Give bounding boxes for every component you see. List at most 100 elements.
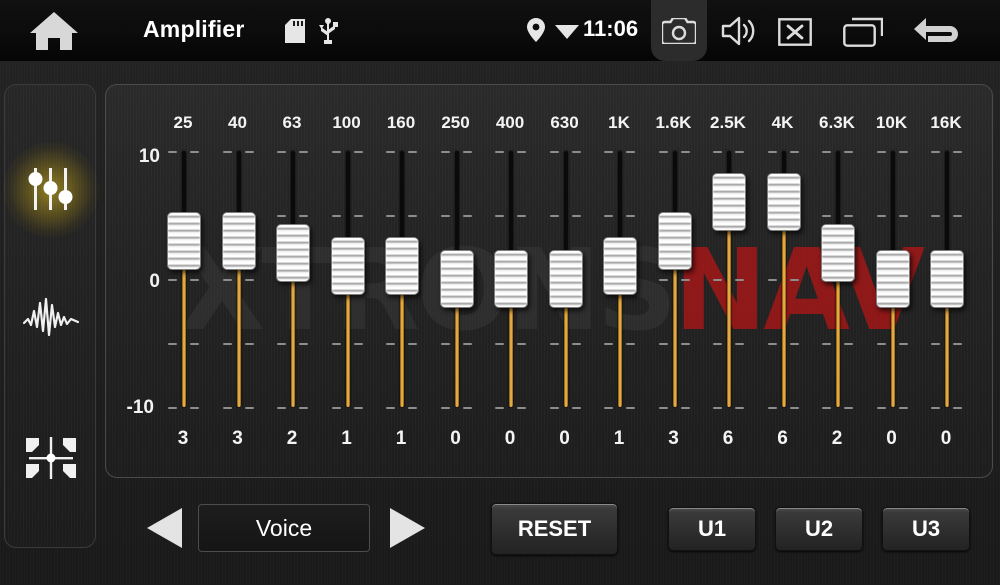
eq-scale-tick bbox=[876, 343, 886, 345]
eq-scale-tick bbox=[495, 151, 504, 153]
eq-slider-thumb[interactable] bbox=[548, 250, 583, 308]
speaker-volume-icon[interactable] bbox=[717, 13, 763, 49]
eq-band-value-label: 1 bbox=[341, 428, 352, 449]
eq-scale-tick bbox=[898, 151, 908, 153]
user-preset-u1-label: U1 bbox=[697, 516, 727, 541]
eq-scale-tick bbox=[713, 343, 722, 345]
eq-band: 25 3 bbox=[156, 85, 210, 477]
eq-slider-track[interactable] bbox=[182, 151, 186, 407]
eq-slider-track[interactable] bbox=[672, 151, 677, 407]
eq-slider-thumb[interactable] bbox=[385, 237, 419, 296]
eq-slider-thumb[interactable] bbox=[712, 173, 746, 232]
eq-scale-tick bbox=[386, 343, 395, 345]
eq-scale-tick bbox=[898, 407, 908, 409]
eq-scale-tick bbox=[168, 343, 177, 345]
eq-scale-tick bbox=[222, 343, 232, 345]
eq-band-value-label: 1 bbox=[395, 428, 407, 449]
eq-band-value-label: 2 bbox=[831, 428, 843, 449]
clock: 11:06 bbox=[583, 16, 639, 41]
eq-scale-tick bbox=[495, 215, 504, 217]
eq-scale-tick bbox=[353, 215, 363, 217]
eq-band: 250 0 bbox=[429, 85, 483, 477]
usb-icon bbox=[318, 18, 338, 44]
camera-icon[interactable] bbox=[651, 0, 707, 61]
eq-scale-tick bbox=[386, 407, 395, 409]
eq-scale-tick bbox=[462, 151, 472, 153]
sidebar-item-equalizer[interactable] bbox=[3, 142, 99, 238]
eq-scale-tick bbox=[222, 407, 232, 409]
eq-scale-tick bbox=[549, 151, 559, 153]
mute-x-icon[interactable] bbox=[775, 17, 815, 47]
sidebar bbox=[3, 84, 99, 548]
eq-scale-tick bbox=[713, 407, 722, 409]
eq-slider-thumb[interactable] bbox=[875, 250, 910, 308]
arrow-right-icon[interactable] bbox=[385, 506, 429, 550]
eq-slider-thumb[interactable] bbox=[439, 250, 474, 308]
eq-band: 6.3K 2 bbox=[810, 85, 864, 477]
eq-slider-thumb[interactable] bbox=[494, 250, 528, 308]
eq-scale-tick bbox=[844, 215, 853, 217]
eq-scale-tick bbox=[549, 407, 559, 409]
eq-scale-tick bbox=[353, 407, 363, 409]
eq-scale-tick bbox=[931, 151, 940, 153]
eq-scale-tick bbox=[658, 407, 668, 409]
eq-scale-tick bbox=[244, 407, 254, 409]
eq-band-frequency-label: 630 bbox=[550, 113, 579, 132]
eq-scale-tick bbox=[876, 215, 886, 217]
eq-band-value-label: 2 bbox=[286, 428, 298, 449]
eq-scale-tick bbox=[789, 279, 799, 281]
eq-scale-tick bbox=[440, 151, 450, 153]
eq-scale-tick bbox=[604, 151, 613, 153]
eq-scale-tick bbox=[277, 151, 286, 153]
eq-slider-thumb[interactable] bbox=[930, 250, 964, 308]
eq-scale-tick bbox=[408, 215, 417, 217]
sidebar-item-balance-fader[interactable] bbox=[5, 415, 97, 501]
eq-scale-tick bbox=[898, 343, 908, 345]
eq-scale-tick bbox=[953, 151, 962, 153]
eq-scale-tick bbox=[767, 151, 777, 153]
eq-scale-tick bbox=[822, 151, 831, 153]
eq-scale-tick bbox=[844, 343, 853, 345]
eq-slider-thumb[interactable] bbox=[276, 224, 310, 283]
back-arrow-icon[interactable] bbox=[912, 11, 968, 51]
sidebar-item-sound-effect[interactable] bbox=[5, 275, 97, 361]
eq-band-frequency-label: 16K bbox=[930, 113, 962, 132]
eq-slider-thumb[interactable] bbox=[167, 211, 201, 270]
preset-display[interactable]: Voice bbox=[198, 504, 370, 552]
eq-scale-tick bbox=[495, 343, 504, 345]
eq-scale-tick bbox=[680, 343, 690, 345]
eq-band: 40 3 bbox=[211, 85, 265, 477]
eq-scale-tick bbox=[822, 215, 831, 217]
eq-slider-thumb[interactable] bbox=[657, 211, 692, 270]
eq-scale-tick bbox=[658, 279, 668, 281]
eq-scale-tick bbox=[440, 215, 450, 217]
home-icon[interactable] bbox=[28, 8, 80, 54]
user-preset-u3-button[interactable]: U3 bbox=[882, 507, 970, 551]
eq-scale-tick bbox=[571, 215, 581, 217]
eq-scale-tick bbox=[331, 215, 341, 217]
page-title: Amplifier bbox=[143, 16, 245, 42]
recent-apps-icon[interactable] bbox=[840, 15, 886, 49]
eq-band: 400 0 bbox=[483, 85, 537, 477]
user-preset-u2-button[interactable]: U2 bbox=[775, 507, 863, 551]
user-preset-u2-label: U2 bbox=[804, 516, 834, 541]
eq-band-frequency-label: 160 bbox=[386, 113, 416, 132]
eq-slider-thumb[interactable] bbox=[221, 211, 256, 270]
eq-band-frequency-label: 400 bbox=[495, 113, 525, 132]
eq-slider-thumb[interactable] bbox=[821, 224, 855, 283]
arrow-left-icon[interactable] bbox=[143, 506, 187, 550]
eq-scale-tick bbox=[408, 407, 417, 409]
user-preset-u1-button[interactable]: U1 bbox=[668, 507, 756, 551]
eq-slider-thumb[interactable] bbox=[330, 237, 365, 296]
eq-slider-thumb[interactable] bbox=[603, 237, 637, 296]
eq-scale-tick bbox=[767, 407, 777, 409]
eq-slider-track[interactable] bbox=[236, 151, 241, 407]
eq-band-value-label: 0 bbox=[940, 428, 952, 449]
eq-band-value-label: 3 bbox=[232, 428, 243, 449]
eq-band-value-label: 3 bbox=[177, 428, 189, 449]
eq-scale-tick bbox=[822, 407, 831, 409]
reset-button[interactable]: RESET bbox=[491, 503, 618, 555]
eq-scale-tick bbox=[953, 407, 962, 409]
eq-scale-tick bbox=[168, 151, 177, 153]
eq-slider-thumb[interactable] bbox=[766, 173, 801, 232]
